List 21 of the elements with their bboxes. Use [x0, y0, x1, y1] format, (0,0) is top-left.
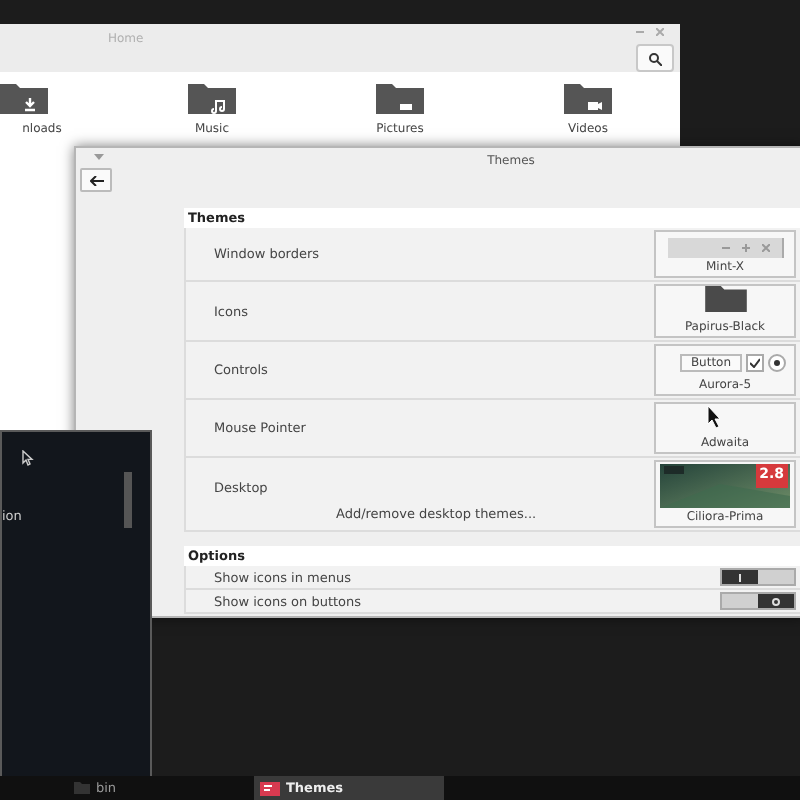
picture-folder-icon[interactable] [376, 82, 424, 114]
toggle-switch[interactable] [720, 568, 796, 586]
back-arrow-icon [89, 175, 103, 185]
folder-icon [701, 286, 749, 312]
music-folder-icon[interactable] [188, 82, 236, 114]
back-button[interactable] [80, 168, 112, 192]
maximize-icon [741, 244, 749, 252]
download-folder-icon[interactable] [0, 82, 48, 114]
close-icon [761, 244, 769, 252]
pointer-icon [22, 450, 34, 466]
pointer-icon [706, 406, 724, 428]
video-folder-icon[interactable] [564, 82, 612, 114]
minimize-icon [721, 244, 729, 252]
folder-icon [74, 782, 90, 794]
on-mark-icon [736, 573, 744, 581]
off-mark-icon [772, 597, 780, 605]
search-button[interactable] [636, 44, 674, 72]
toggle-switch[interactable] [720, 592, 796, 610]
palette-icon [260, 781, 280, 795]
search-icon [648, 51, 662, 65]
scrollbar[interactable] [124, 472, 132, 528]
